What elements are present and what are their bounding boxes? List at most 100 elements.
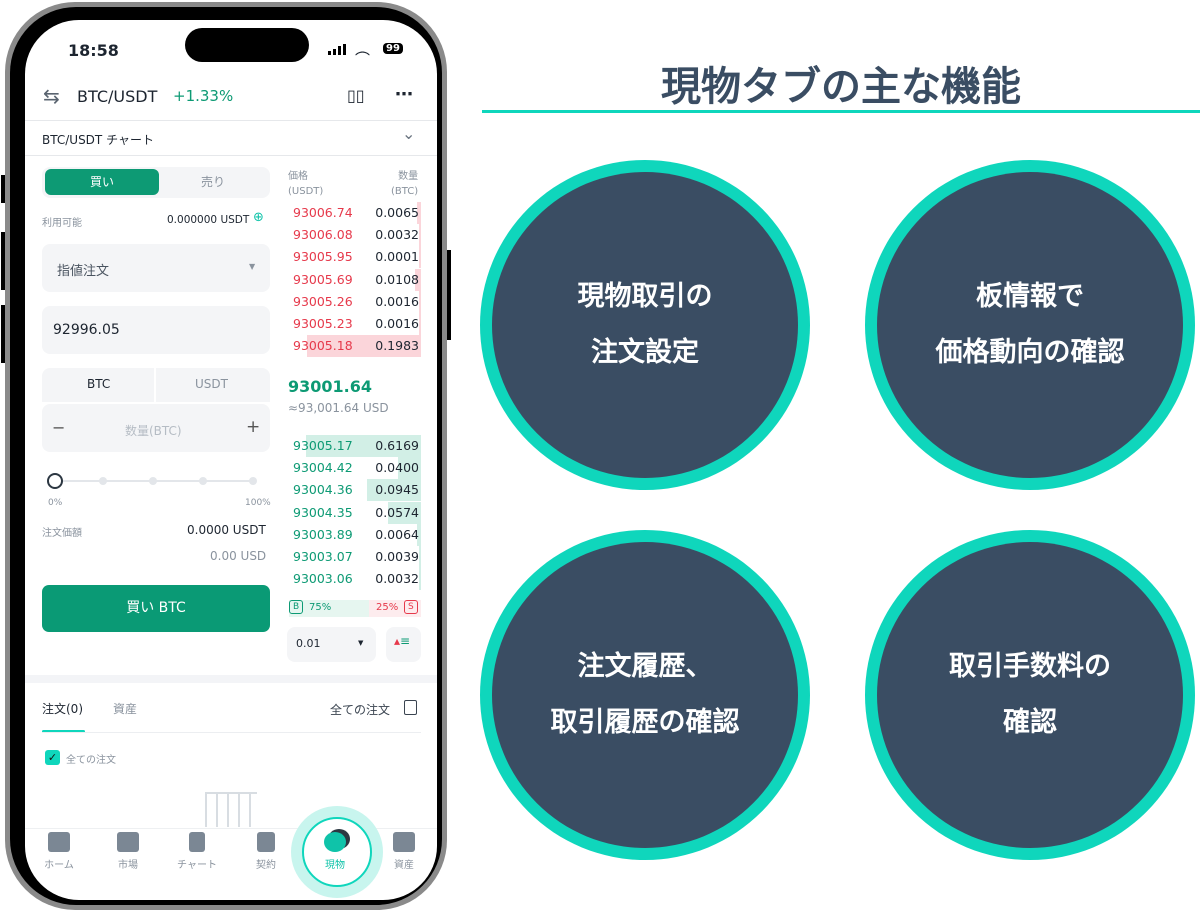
orderbook-row[interactable]: 93005.95 0.0001 — [287, 246, 421, 269]
title-underline — [482, 110, 1200, 113]
orderbook-row[interactable]: 93003.89 0.0064 — [287, 523, 421, 546]
tab-buy[interactable]: 買い — [45, 169, 159, 195]
order-qty: 0.0065 — [375, 205, 419, 220]
wifi-icon: ︵ — [355, 40, 371, 58]
buy-btc-button[interactable]: 買い BTC — [42, 585, 270, 632]
orderbook-row[interactable]: 93004.35 0.0574 — [287, 501, 421, 524]
depth-bar — [418, 546, 421, 568]
orderbook-row[interactable]: 93006.74 0.0065 — [287, 202, 421, 224]
dropdown-icon: ▼ — [249, 262, 256, 271]
feature-circle: 取引手数料の 確認 — [865, 530, 1195, 860]
feature-line: 板情報で — [976, 281, 1084, 312]
order-price: 93003.07 — [293, 549, 353, 564]
nav-label: 市場 — [118, 860, 138, 871]
plus-icon[interactable]: + — [246, 417, 260, 437]
nav-market[interactable]: 市場 — [98, 832, 158, 871]
orderbook-row[interactable]: 93005.17 0.6169 — [287, 435, 421, 457]
signal-icon — [328, 44, 346, 55]
slider-max-label: 100% — [245, 498, 271, 508]
feature-line: 取引手数料の — [949, 651, 1111, 682]
orderbook-row[interactable]: 93003.07 0.0039 — [287, 546, 421, 568]
battery-icon: 99 — [383, 43, 403, 54]
nav-chart[interactable]: チャート — [167, 832, 227, 871]
more-icon[interactable]: ⋯ — [395, 84, 413, 105]
nav-futures[interactable]: 契約 — [236, 832, 296, 871]
tab-assets[interactable]: 資産 — [113, 700, 137, 717]
nav-home[interactable]: ホーム — [29, 832, 89, 871]
nav-assets[interactable]: 資産 — [374, 832, 434, 871]
order-price: 93005.26 — [293, 293, 353, 309]
orderbook-row[interactable]: 93005.23 0.0016 — [287, 313, 421, 335]
order-qty: 0.1983 — [375, 338, 419, 354]
total-label: 注文価額 — [42, 528, 82, 539]
all-orders-link[interactable]: 全ての注文 — [330, 701, 390, 718]
nav-label: ホーム — [44, 860, 74, 871]
slider-tick — [149, 477, 157, 485]
order-price: 93005.95 — [293, 249, 353, 265]
last-price: 93001.64 — [288, 377, 373, 396]
candlestick-icon — [189, 832, 205, 852]
empty-state-illustration — [205, 792, 257, 827]
depth-bar — [419, 224, 421, 247]
depth-bar — [419, 313, 421, 335]
order-price: 93005.69 — [293, 271, 353, 287]
order-price: 93006.08 — [293, 227, 353, 243]
minus-icon[interactable]: − — [52, 418, 65, 437]
orderbook-row[interactable]: 93003.06 0.0032 — [287, 568, 421, 591]
orderbook-row[interactable]: 93004.36 0.0945 — [287, 479, 421, 502]
feature-line: 注文履歴、 — [577, 651, 713, 682]
dropdown-icon: ▼ — [358, 639, 364, 647]
panel-title: 現物タブの主な機能 — [661, 64, 1021, 110]
buy-badge: B — [289, 600, 304, 614]
section-divider — [25, 675, 437, 683]
orderbook-row[interactable]: 93005.69 0.0108 — [287, 268, 421, 291]
order-price: 93005.18 — [293, 338, 353, 354]
order-qty: 0.0032 — [375, 571, 419, 587]
contract-icon — [257, 832, 275, 852]
nav-spot[interactable]: 現物 — [305, 832, 365, 871]
orderbook-layout-icon: ▴≡ — [394, 634, 411, 648]
tab-orders[interactable]: 注文(0) — [42, 700, 83, 717]
nav-label: チャート — [177, 860, 217, 871]
wallet-icon — [393, 832, 415, 852]
depth-bar — [419, 246, 421, 269]
chart-toggle[interactable]: BTC/USDT チャート — [42, 131, 154, 148]
slider-tick — [99, 477, 107, 485]
orderbook-row[interactable]: 93006.08 0.0032 — [287, 224, 421, 247]
candlestick-icon[interactable]: ▯▯ — [347, 86, 365, 105]
slider-tick — [199, 477, 207, 485]
sell-badge: S — [404, 600, 418, 614]
unit-tab-usdt-label: USDT — [195, 377, 228, 391]
order-price: 93005.17 — [293, 438, 353, 453]
slider-handle[interactable] — [47, 473, 63, 489]
status-time: 18:58 — [68, 41, 119, 60]
app-screen: 18:58 ︵ 99 ⇆ BTC/USDT +1.33% ▯▯ ⋯ BTC/US… — [25, 20, 437, 900]
feature-line: 価格動向の確認 — [935, 337, 1125, 368]
pair-title[interactable]: BTC/USDT — [77, 87, 157, 106]
depth-bar — [419, 290, 421, 313]
checkbox-label: 全ての注文 — [66, 755, 116, 766]
order-qty: 0.0400 — [375, 460, 419, 476]
qty-header: 数量 (BTC) — [391, 171, 419, 197]
order-qty: 0.0574 — [375, 504, 419, 520]
total-value: 0.0000 USDT — [187, 523, 266, 537]
orderbook-row[interactable]: 93004.42 0.0400 — [287, 457, 421, 480]
slider-min-label: 0% — [48, 498, 63, 508]
tab-sell[interactable]: 売り — [159, 169, 267, 195]
chevron-down-icon[interactable]: ⌄ — [402, 124, 415, 143]
orderbook-row[interactable]: 93005.18 0.1983 — [287, 335, 421, 358]
order-qty: 0.0039 — [375, 549, 419, 564]
orderbook-row[interactable]: 93005.26 0.0016 — [287, 290, 421, 313]
nav-label: 資産 — [394, 860, 414, 871]
price-header: 価格 (USDT) — [288, 171, 324, 197]
depth-bar — [419, 568, 421, 591]
order-qty: 0.0032 — [375, 227, 419, 243]
buy-ratio: 75% — [309, 602, 332, 613]
swap-pair-icon[interactable]: ⇆ — [43, 84, 60, 108]
add-funds-icon[interactable]: ⊕ — [253, 210, 264, 225]
precision-value: 0.01 — [296, 637, 321, 650]
feature-line: 取引履歴の確認 — [550, 707, 740, 738]
feature-circle: 注文履歴、取引履歴の確認 — [480, 530, 810, 860]
document-icon — [404, 700, 417, 715]
checkbox-all-orders[interactable]: ✓ — [45, 750, 60, 765]
